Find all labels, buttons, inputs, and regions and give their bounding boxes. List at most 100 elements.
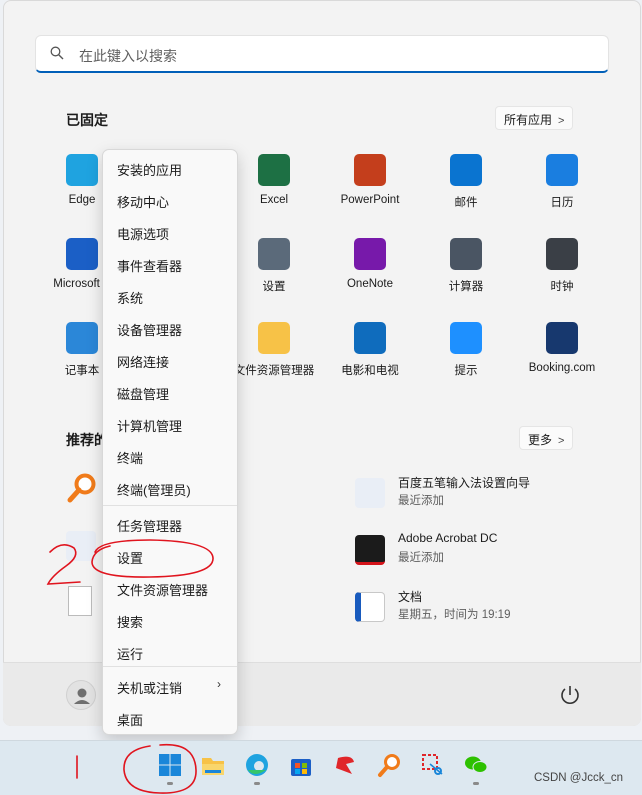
context-menu-item[interactable]: 设备管理器 (107, 314, 233, 342)
pinned-app-label: 电影和电视 (341, 365, 399, 377)
recommended-item-subtitle: 最近添加 (398, 552, 444, 564)
pinned-app-label: Booking.com (528, 362, 596, 374)
pinned-app[interactable]: 邮件 (418, 154, 514, 234)
pinned-app[interactable]: OneNote (322, 238, 418, 318)
calendar-icon (546, 154, 578, 186)
recommended-item-title: 文档 (398, 590, 423, 604)
acrobat-icon (355, 535, 385, 565)
context-menu-item[interactable]: 文件资源管理器 (107, 574, 233, 602)
context-menu-item[interactable]: 桌面 (107, 704, 233, 732)
app-red-taskbar-icon[interactable] (332, 752, 358, 778)
context-menu-item[interactable]: 搜索 (107, 606, 233, 634)
excel-icon (258, 154, 290, 186)
context-menu-item[interactable]: 计算机管理 (107, 410, 233, 438)
context-menu-item[interactable]: 电源选项 (107, 218, 233, 246)
context-menu-item-label: 任务管理器 (117, 519, 183, 534)
magnifier-app-icon[interactable] (66, 472, 98, 504)
more-button[interactable]: 更多 > (519, 426, 574, 450)
powerpoint-icon (354, 154, 386, 186)
context-menu-item-label: 搜索 (117, 615, 144, 630)
context-menu-item[interactable]: 任务管理器 (107, 510, 233, 538)
context-menu-item-label: 安装的应用 (117, 163, 183, 178)
context-menu-item-label: 磁盘管理 (117, 387, 170, 402)
folder-icon (258, 322, 290, 354)
recommended-item-title: 百度五笔输入法设置向导 (398, 476, 531, 490)
pinned-app[interactable]: 电影和电视 (322, 322, 418, 402)
context-menu-item-label: 电源选项 (117, 227, 170, 242)
store-taskbar-icon[interactable] (288, 752, 314, 778)
running-indicator (167, 782, 173, 785)
pinned-app[interactable]: PowerPoint (322, 154, 418, 234)
context-menu-item[interactable]: 磁盘管理 (107, 378, 233, 406)
snipping-tool-taskbar-icon[interactable] (420, 752, 446, 778)
recommended-item[interactable]: Adobe Acrobat DC 最近添加 (355, 529, 615, 577)
pinned-app[interactable]: 提示 (418, 322, 514, 402)
context-menu-item[interactable]: 系统 (107, 282, 233, 310)
baidu-app-icon[interactable] (66, 531, 96, 561)
context-menu-item[interactable]: 终端 (107, 442, 233, 470)
recommended-item[interactable]: 百度五笔输入法设置向导 最近添加 (355, 472, 615, 520)
baidu-icon (355, 478, 385, 508)
mail-icon (450, 154, 482, 186)
calculator-icon (450, 238, 482, 270)
running-indicator (254, 782, 260, 785)
pinned-app[interactable]: Booking.com (514, 322, 610, 402)
menu-separator (103, 666, 237, 667)
context-menu-item-label: 运行 (117, 647, 144, 662)
file-explorer-taskbar-icon[interactable] (200, 752, 226, 778)
onenote-icon (354, 238, 386, 270)
all-apps-button[interactable]: 所有应用 > (495, 106, 574, 130)
recommended-item-subtitle: 星期五，时间为 19:19 (398, 609, 511, 621)
user-avatar[interactable] (66, 680, 96, 710)
context-menu-item-label: 桌面 (117, 713, 144, 728)
running-indicator (473, 782, 479, 785)
store-icon (66, 238, 98, 270)
pinned-title: 已固定 (66, 112, 108, 128)
context-menu-item[interactable]: 安装的应用 (107, 154, 233, 182)
windows-start-icon[interactable] (157, 752, 183, 778)
pinned-app[interactable]: 计算器 (418, 238, 514, 318)
booking-icon (546, 322, 578, 354)
power-icon[interactable] (557, 682, 583, 708)
context-menu-item[interactable]: 关机或注销 › (107, 672, 233, 700)
tips-icon (450, 322, 482, 354)
menu-separator (103, 505, 237, 506)
start-footer (3, 662, 641, 726)
context-menu-item[interactable]: 运行 (107, 638, 233, 666)
context-menu-item[interactable]: 移动中心 (107, 186, 233, 214)
context-menu-item-label: 终端(管理员) (117, 483, 191, 498)
recommended-item[interactable]: 文档星期五，时间为 19:19 (355, 586, 615, 634)
pinned-app-label: 文件资源管理器 (233, 365, 315, 377)
pinned-app-label: 提示 (454, 365, 478, 377)
context-menu-item[interactable]: 事件查看器 (107, 250, 233, 278)
pinned-app[interactable]: 时钟 (514, 238, 610, 318)
clock-icon (546, 238, 578, 270)
search-icon (50, 46, 64, 60)
pinned-app-label: PowerPoint (340, 194, 400, 206)
winx-context-menu: 安装的应用移动中心电源选项事件查看器系统设备管理器网络连接磁盘管理计算机管理终端… (102, 149, 238, 735)
pinned-app-label: 邮件 (454, 197, 478, 209)
context-menu-item[interactable]: 设置 (107, 542, 233, 570)
context-menu-item[interactable]: 终端(管理员) (107, 474, 233, 502)
context-menu-item-label: 移动中心 (117, 195, 170, 210)
all-apps-label: 所有应用 (504, 113, 553, 127)
pinned-app-label: 时钟 (550, 281, 574, 293)
context-menu-item-label: 设置 (117, 551, 144, 566)
context-menu-item[interactable]: 网络连接 (107, 346, 233, 374)
pinned-app[interactable]: 日历 (514, 154, 610, 234)
pinned-app-label: 计算器 (448, 281, 484, 293)
taskbar (0, 740, 642, 795)
pinned-app-label: 设置 (262, 281, 286, 293)
search-box[interactable]: 在此键入以搜索 (35, 35, 609, 73)
context-menu-item-label: 计算机管理 (117, 419, 183, 434)
context-menu-item-label: 文件资源管理器 (117, 583, 209, 598)
pinned-app[interactable]: 文件资源管理器 (226, 322, 322, 402)
context-menu-item-label: 系统 (117, 291, 144, 306)
context-menu-item-label: 网络连接 (117, 355, 170, 370)
edge-taskbar-icon[interactable] (244, 752, 270, 778)
document-icon[interactable] (68, 586, 92, 616)
pinned-app[interactable]: 设置 (226, 238, 322, 318)
pinned-app[interactable]: Excel (226, 154, 322, 234)
magnifier-taskbar-icon[interactable] (376, 752, 402, 778)
wechat-taskbar-icon[interactable] (463, 752, 489, 778)
